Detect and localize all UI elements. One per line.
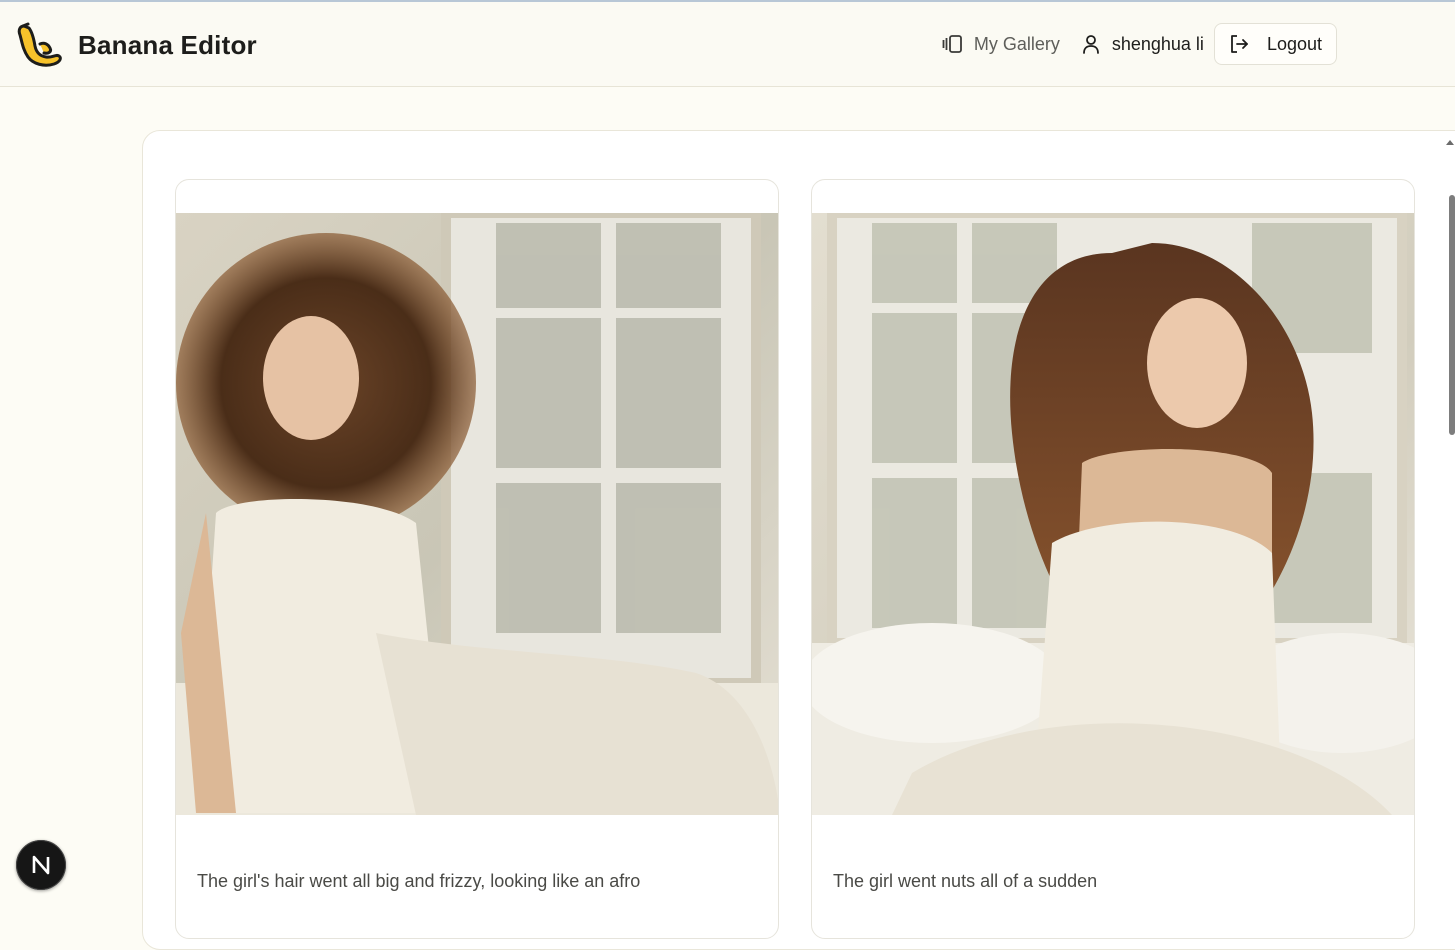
photo-placeholder <box>176 213 778 815</box>
photo-placeholder <box>812 213 1414 815</box>
gallery-card[interactable]: The girl went nuts all of a sudden <box>811 179 1415 939</box>
logout-icon <box>1231 35 1248 53</box>
my-gallery-link[interactable]: My Gallery <box>942 34 1060 55</box>
top-navbar: Banana Editor My Gallery shenghua li Log… <box>0 2 1455 87</box>
brand[interactable]: Banana Editor <box>14 20 257 70</box>
gallery-icon <box>942 35 962 53</box>
user-name: shenghua li <box>1111 33 1204 54</box>
n-logo-icon <box>32 855 50 875</box>
scrollbar-thumb[interactable] <box>1449 195 1455 435</box>
user-menu[interactable]: shenghua li <box>1082 34 1204 55</box>
banana-logo-icon <box>17 22 62 67</box>
gallery-image[interactable] <box>812 213 1414 815</box>
card-caption: The girl's hair went all big and frizzy,… <box>197 871 641 891</box>
my-gallery-label: My Gallery <box>973 33 1060 54</box>
logout-button[interactable]: Logout <box>1213 23 1337 65</box>
scroll-up-arrow[interactable] <box>1446 140 1454 145</box>
app-title: Banana Editor <box>78 29 257 60</box>
gallery-card[interactable]: The girl's hair went all big and frizzy,… <box>175 179 779 939</box>
card-caption: The girl went nuts all of a sudden <box>833 871 1098 891</box>
logout-label: Logout <box>1266 33 1322 54</box>
dev-tools-badge[interactable] <box>16 840 66 890</box>
gallery-image[interactable] <box>176 213 778 815</box>
header-nav: My Gallery shenghua li Logout <box>942 22 1337 66</box>
user-icon <box>1082 35 1099 54</box>
